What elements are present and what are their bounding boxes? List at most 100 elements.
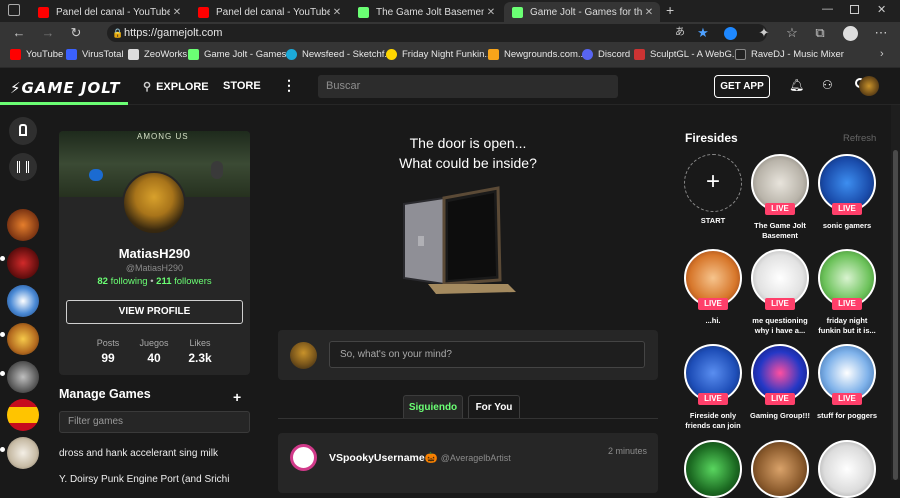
new-tab-button[interactable]: + xyxy=(666,2,674,18)
view-profile-button[interactable]: VIEW PROFILE xyxy=(66,300,243,324)
bookmark-sketchfab[interactable]: Newsfeed - Sketchf... xyxy=(286,49,392,60)
author-handle[interactable]: @AveragelbArtist xyxy=(441,453,511,463)
more-menu-icon[interactable]: ⋮ xyxy=(282,77,296,94)
tab-for-you[interactable]: For You xyxy=(468,395,520,418)
community-avatar[interactable] xyxy=(7,285,39,317)
reload-icon[interactable]: ↻ xyxy=(68,25,84,41)
youtube-icon xyxy=(10,49,21,60)
post-input[interactable]: So, what's on your mind? xyxy=(329,341,645,368)
scrollbar-thumb[interactable] xyxy=(893,150,898,480)
fireside-item[interactable]: LIVE sonic gamers xyxy=(815,154,879,231)
fireside-item[interactable]: LIVE me questioning why i have a... xyxy=(748,249,812,336)
fireside-item[interactable]: LIVE The Game Jolt Basement xyxy=(748,154,812,241)
favorite-star-icon[interactable]: ★ xyxy=(695,25,711,41)
bookmark-fnf[interactable]: Friday Night Funkin... xyxy=(386,49,492,60)
forward-arrow-icon[interactable]: → xyxy=(40,25,56,41)
community-avatar[interactable] xyxy=(7,247,39,279)
library-icon[interactable] xyxy=(9,153,37,181)
bookmark-discord[interactable]: Discord xyxy=(582,49,630,60)
nav-explore[interactable]: ⚲ EXPLORE xyxy=(143,80,209,93)
close-icon[interactable]: ✕ xyxy=(330,7,344,18)
newgrounds-icon xyxy=(488,49,499,60)
gamejolt-logo[interactable]: ⚡GAME JOLT xyxy=(10,79,121,97)
bookmark-label: YouTube xyxy=(26,49,64,60)
game-list-item[interactable]: dross and hank accelerant sing milk xyxy=(59,448,218,459)
community-avatar[interactable] xyxy=(7,209,39,241)
following-count[interactable]: 82 xyxy=(97,276,108,287)
puzzle-icon[interactable]: ✦ xyxy=(756,25,772,41)
fireside-item[interactable]: LIVE Fireside only friends can join xyxy=(681,344,745,431)
fireside-item[interactable]: LIVE friday night funkin but it is... xyxy=(815,249,879,336)
tab-title: Panel del canal - YouTube Studio xyxy=(56,6,170,18)
live-badge: LIVE xyxy=(765,298,795,310)
bell-icon[interactable]: 🔔︎ xyxy=(789,78,804,92)
translate-icon[interactable]: あA xyxy=(672,25,688,54)
close-icon[interactable]: ✕ xyxy=(484,7,498,18)
feed-post[interactable]: VSpookyUsername🎃 @AveragelbArtist 2 minu… xyxy=(278,433,658,493)
live-badge: LIVE xyxy=(765,393,795,405)
browser-tab[interactable]: Panel del canal - YouTube Studio ✕ xyxy=(30,2,188,22)
community-avatar[interactable] xyxy=(7,323,39,355)
profile-avatar-icon[interactable] xyxy=(843,26,858,41)
bookmark-sculptgl[interactable]: SculptGL - A WebG... xyxy=(634,49,740,60)
bookmark-gamejolt[interactable]: Game Jolt - Games... xyxy=(188,49,294,60)
bookmark-virustotal[interactable]: VirusTotal xyxy=(66,49,124,60)
extension-icon[interactable] xyxy=(724,27,737,40)
followers-label[interactable]: followers xyxy=(174,276,212,287)
bookmark-ravedj[interactable]: RaveDJ - Music Mixer xyxy=(735,49,844,60)
community-avatar[interactable] xyxy=(7,437,39,469)
home-icon[interactable] xyxy=(9,117,37,145)
browser-tab[interactable]: Panel del canal - YouTube Studio ✕ xyxy=(190,2,348,22)
nav-store[interactable]: STORE xyxy=(223,80,261,92)
bookmark-label: Game Jolt - Games... xyxy=(204,49,295,60)
filter-games-input[interactable]: Filter games xyxy=(59,411,250,433)
url-field[interactable]: 🔒 https://gamejolt.com xyxy=(107,24,767,42)
back-arrow-icon[interactable]: ← xyxy=(11,25,27,41)
close-window-icon[interactable]: ✕ xyxy=(877,3,886,16)
more-icon[interactable]: ⋯ xyxy=(873,25,889,41)
fireside-item[interactable] xyxy=(815,440,879,498)
lock-icon: 🔒 xyxy=(112,28,124,38)
get-app-button[interactable]: GET APP xyxy=(714,75,770,98)
close-icon[interactable]: ✕ xyxy=(170,7,184,18)
stat-label: Likes xyxy=(189,338,211,348)
author-name[interactable]: VSpookyUsername xyxy=(329,452,425,464)
maximize-icon[interactable] xyxy=(850,5,859,14)
following-label[interactable]: following xyxy=(111,276,148,287)
bookmark-newgrounds[interactable]: Newgrounds.com... xyxy=(488,49,586,60)
door-illustration[interactable] xyxy=(398,184,518,296)
collections-icon[interactable]: ⧉ xyxy=(812,25,828,41)
tab-actions-icon[interactable] xyxy=(8,4,20,16)
browser-tab-active[interactable]: Game Jolt - Games for the love o ✕ xyxy=(504,2,660,22)
bookmarks-overflow-icon[interactable]: › xyxy=(880,48,884,60)
followers-count[interactable]: 211 xyxy=(156,276,171,287)
post-author[interactable]: VSpookyUsername🎃 @AveragelbArtist xyxy=(329,451,511,464)
minimize-icon[interactable]: — xyxy=(822,3,833,15)
fireside-item[interactable] xyxy=(681,440,745,498)
author-avatar[interactable] xyxy=(290,444,317,471)
fireside-item[interactable] xyxy=(748,440,812,498)
close-icon[interactable]: ✕ xyxy=(642,7,656,18)
fireside-item[interactable]: LIVE stuff for poggers xyxy=(815,344,879,421)
browser-tab[interactable]: The Game Jolt Basement - Firesid ✕ xyxy=(350,2,502,22)
nav-explore-label: EXPLORE xyxy=(156,81,209,93)
bookmark-youtube[interactable]: YouTube xyxy=(10,49,63,60)
display-name[interactable]: MatiasH290 xyxy=(59,246,250,261)
fireside-item[interactable]: LIVE ...hi. xyxy=(681,249,745,326)
profile-card: AMONG US MatiasH290 @MatiasH290 82 follo… xyxy=(59,131,250,375)
bookmark-zeoworks[interactable]: ZeoWorks xyxy=(128,49,187,60)
add-game-button[interactable]: + xyxy=(233,389,241,405)
fireside-start[interactable]: + START xyxy=(681,154,745,226)
fireside-item[interactable]: LIVE Gaming Group!!! xyxy=(748,344,812,421)
profile-avatar[interactable] xyxy=(122,171,186,235)
live-badge: LIVE xyxy=(698,393,728,405)
search-input[interactable]: Buscar xyxy=(318,75,618,98)
community-avatar[interactable] xyxy=(7,399,39,431)
tab-siguiendo[interactable]: Siguiendo xyxy=(403,395,463,418)
user-avatar[interactable] xyxy=(859,76,879,96)
community-avatar[interactable] xyxy=(7,361,39,393)
friends-icon[interactable]: ⚇ xyxy=(822,78,833,92)
favorites-icon[interactable]: ☆ xyxy=(784,25,800,41)
gamejolt-icon xyxy=(188,49,199,60)
firesides-refresh[interactable]: Refresh xyxy=(843,133,876,144)
